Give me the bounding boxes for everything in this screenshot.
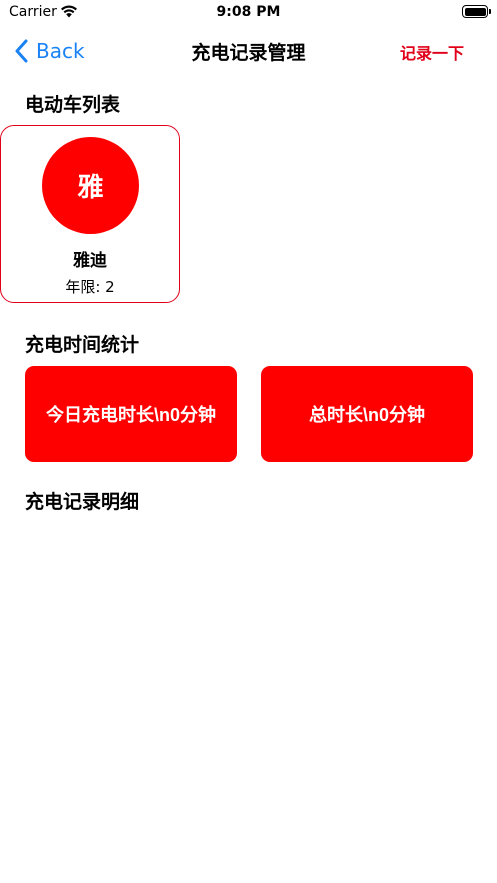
vehicle-card[interactable]: 雅 雅迪 年限: 2 — [0, 125, 180, 303]
vehicle-name: 雅迪 — [73, 251, 107, 271]
charging-details-title: 充电记录明细 — [25, 491, 140, 513]
charging-records-screen: Carrier 9:08 PM Back 充电记录管理 记录一下 电动车列表 雅… — [0, 0, 497, 883]
status-bar: Carrier 9:08 PM — [0, 0, 497, 28]
charging-record-list — [0, 530, 497, 883]
vehicle-avatar: 雅 — [42, 137, 139, 234]
vehicle-list-title: 电动车列表 — [25, 94, 121, 116]
battery-level — [464, 7, 486, 16]
record-now-button[interactable]: 记录一下 — [400, 40, 464, 64]
battery-icon — [462, 5, 488, 18]
today-duration-button[interactable]: 今日充电时长\n0分钟 — [25, 366, 237, 462]
battery-tip — [489, 9, 491, 14]
vehicle-years: 年限: 2 — [65, 278, 115, 296]
charging-stats-title: 充电时间统计 — [25, 334, 140, 356]
status-time: 9:08 PM — [216, 4, 281, 20]
total-duration-button[interactable]: 总时长\n0分钟 — [261, 366, 473, 462]
